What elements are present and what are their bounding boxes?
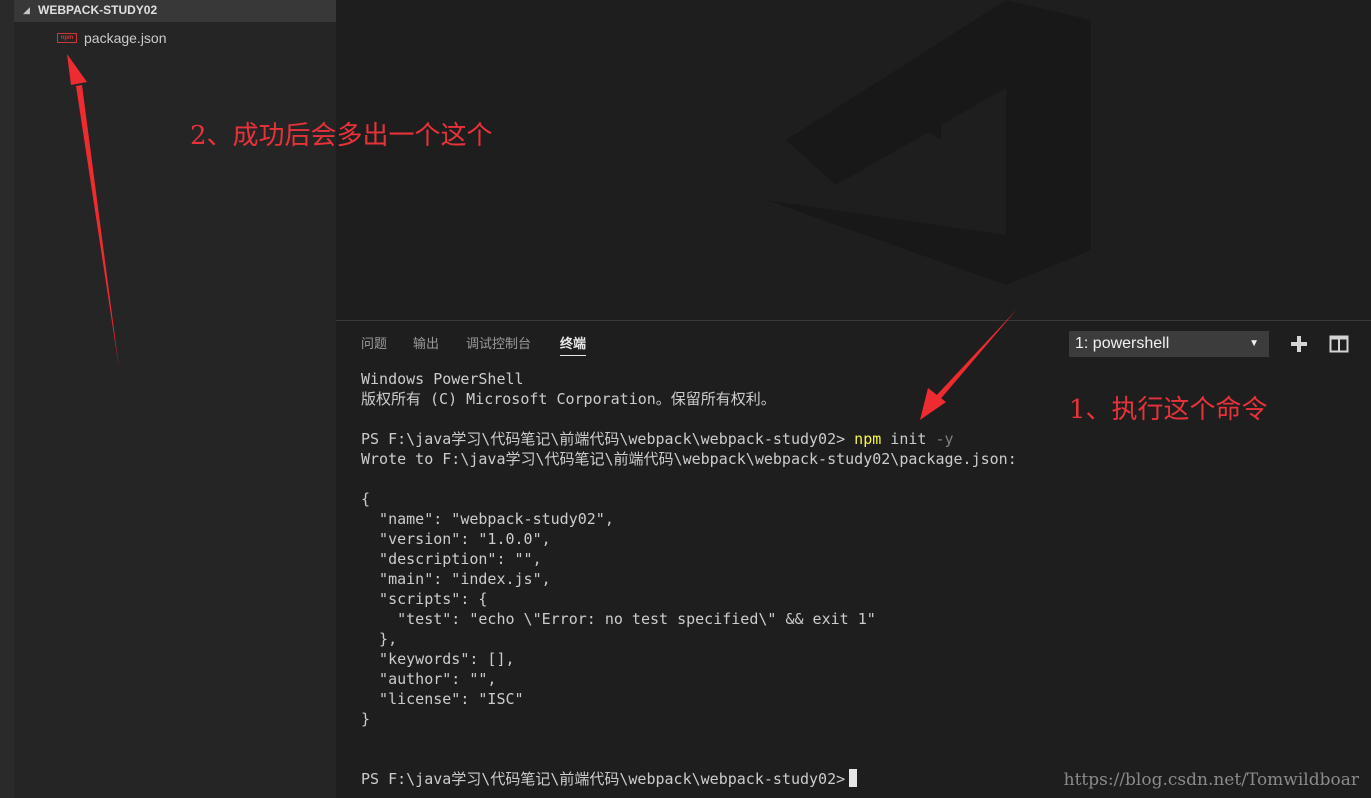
json-line: "author": "", (361, 670, 497, 688)
command-line: PS F:\java学习\代码笔记\前端代码\webpack\webpack-s… (361, 429, 1351, 449)
json-line: "main": "index.js", (361, 570, 551, 588)
activity-bar (0, 0, 14, 798)
tab-debug-console[interactable]: 调试控制台 (466, 334, 531, 358)
json-line: { (361, 490, 371, 508)
json-line: } (361, 710, 371, 728)
plus-icon (1291, 336, 1307, 352)
tab-output[interactable]: 输出 (413, 334, 439, 358)
folder-header[interactable]: ◢ WEBPACK-STUDY02 (14, 0, 336, 22)
prompt: PS F:\java学习\代码笔记\前端代码\webpack\webpack-s… (361, 430, 855, 448)
terminal-select[interactable]: 1: powershell ▼ (1069, 331, 1269, 357)
json-line: "version": "1.0.0", (361, 530, 551, 548)
npm-icon: npm (57, 33, 77, 43)
annotation-note-2: 2、成功后会多出一个这个 (190, 121, 493, 151)
json-line: "scripts": { (361, 590, 488, 608)
vscode-logo-icon (766, 0, 1091, 285)
terminal-line: Wrote to F:\java学习\代码笔记\前端代码\webpack\web… (361, 450, 1017, 468)
prompt: PS F:\java学习\代码笔记\前端代码\webpack\webpack-s… (361, 770, 846, 788)
folder-name: WEBPACK-STUDY02 (38, 3, 158, 17)
vscode-window: ◢ WEBPACK-STUDY02 npm package.json 问题 输出… (0, 0, 1371, 798)
file-item-package-json[interactable]: npm package.json (14, 27, 336, 49)
chevron-down-icon: ▼ (1249, 338, 1259, 349)
tab-problems[interactable]: 问题 (361, 334, 387, 358)
tab-terminal[interactable]: 终端 (560, 334, 587, 358)
json-line: "keywords": [], (361, 650, 515, 668)
terminal-cursor (849, 769, 858, 787)
split-terminal-button[interactable] (1328, 333, 1350, 355)
chevron-down-icon[interactable]: ◢ (23, 0, 30, 20)
command-flag: -y (926, 430, 954, 448)
annotation-note-1: 1、执行这个命令 (1069, 395, 1268, 425)
add-terminal-button[interactable] (1288, 333, 1310, 355)
command-npm: npm (854, 430, 882, 448)
json-line: }, (361, 630, 398, 648)
file-label: package.json (84, 30, 167, 46)
json-line: "license": "ISC" (361, 690, 524, 708)
terminal-select-value: 1: powershell (1075, 335, 1170, 352)
json-line: "name": "webpack-study02", (361, 510, 614, 528)
command-init: init (881, 430, 927, 448)
json-line: "description": "", (361, 550, 542, 568)
split-icon (1329, 335, 1349, 353)
editor-area (336, 0, 1371, 320)
terminal-output[interactable]: Windows PowerShell 版权所有 (C) Microsoft Co… (361, 369, 1351, 789)
terminal-line: Windows PowerShell (361, 370, 524, 388)
watermark: https://blog.csdn.net/Tomwildboar (1063, 770, 1359, 790)
json-line: "test": "echo \"Error: no test specified… (361, 610, 876, 628)
